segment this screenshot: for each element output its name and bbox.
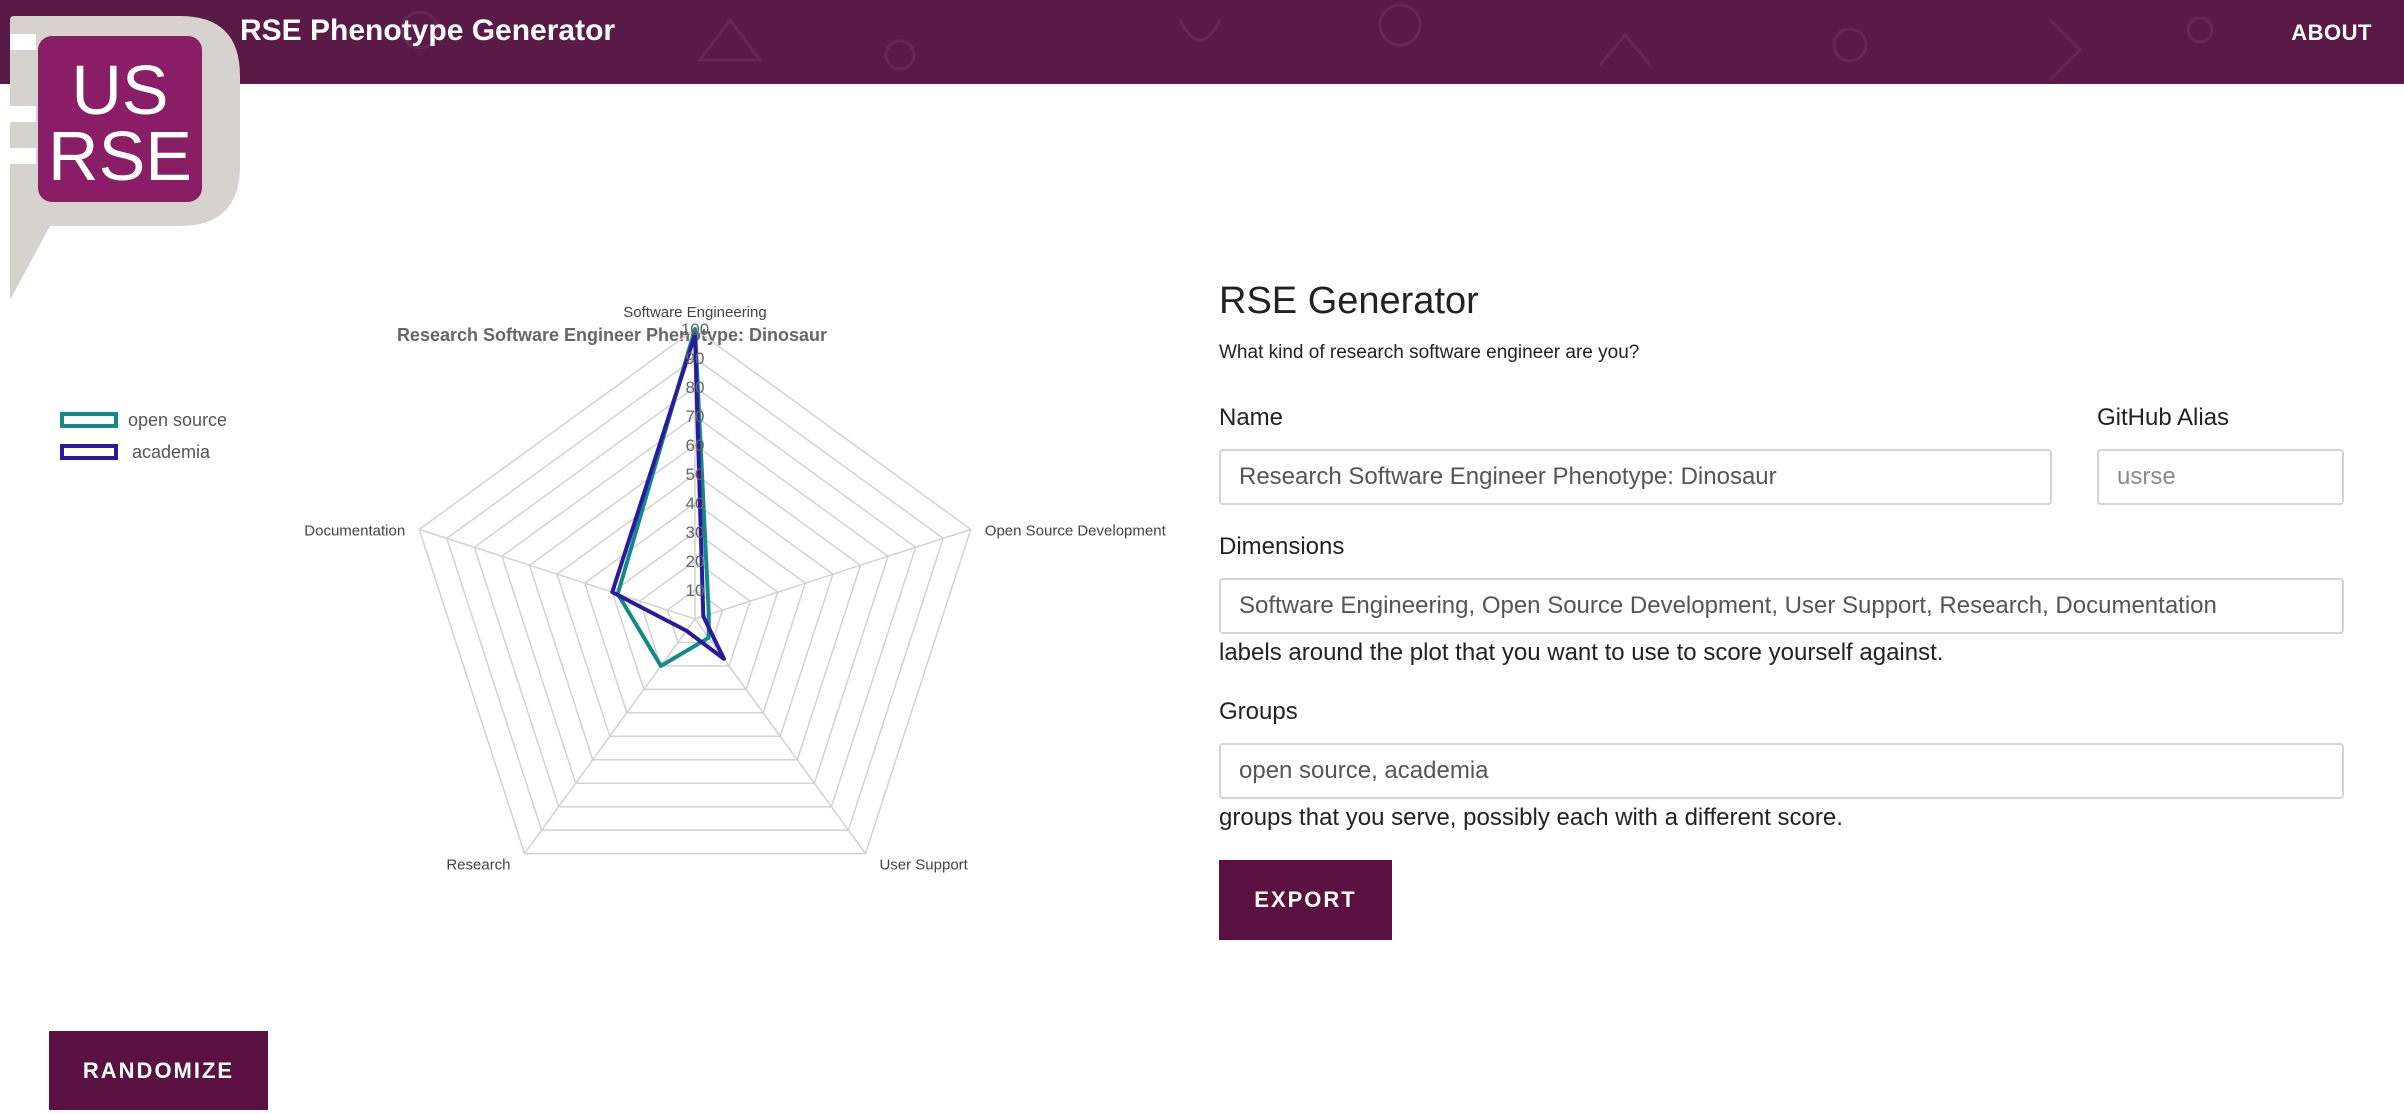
legend-item-open-source[interactable]: open source <box>60 404 227 436</box>
radar-axis-labels: Software Engineering Open Source Developm… <box>304 304 1166 874</box>
radar-spoke <box>418 528 696 620</box>
site-header: RSE Phenotype Generator ABOUT <box>0 0 2404 84</box>
radar-tick-label: 10 <box>686 581 705 600</box>
groups-input[interactable] <box>1219 743 2344 799</box>
legend-swatch-open-source <box>60 412 118 428</box>
form-subtitle: What kind of research software engineer … <box>1219 342 1640 363</box>
radar-tick-label: 20 <box>686 552 705 571</box>
usrse-logo[interactable]: US RSE <box>0 0 250 310</box>
dimensions-help-text: labels around the plot that you want to … <box>1219 639 1944 666</box>
radar-tick-label: 90 <box>686 349 705 368</box>
radar-spoke <box>694 528 972 620</box>
radar-axis-label: User Support <box>879 857 968 874</box>
dimensions-label: Dimensions <box>1219 533 1345 560</box>
about-link[interactable]: ABOUT <box>2291 20 2372 46</box>
radar-tick-label: 80 <box>686 378 705 397</box>
radar-tick-label: 30 <box>686 523 705 542</box>
logo-stripe <box>10 148 36 164</box>
radar-series <box>610 327 726 668</box>
name-label: Name <box>1219 404 1284 431</box>
github-alias-label: GitHub Alias <box>2097 404 2230 431</box>
logo-text-rse: RSE <box>48 117 192 195</box>
logo-stripe <box>10 34 36 50</box>
radar-tick-label: 70 <box>686 407 705 426</box>
randomize-button[interactable]: RANDOMIZE <box>49 1031 268 1110</box>
radar-axis-label: Open Source Development <box>985 522 1167 539</box>
page: RSE Phenotype Generator ABOUT US RSE Res… <box>0 0 2404 1114</box>
chart-legend: open source academia <box>60 404 227 468</box>
name-input[interactable] <box>1219 449 2052 505</box>
legend-label: open source <box>128 409 228 430</box>
legend-label: academia <box>132 441 211 462</box>
legend-swatch-academia <box>60 444 118 460</box>
radar-tick-label: 50 <box>686 465 705 484</box>
radar-tick-label: 40 <box>686 494 705 513</box>
dimensions-input[interactable] <box>1219 578 2344 634</box>
site-title[interactable]: RSE Phenotype Generator <box>240 14 615 48</box>
radar-axis-label: Documentation <box>304 522 405 539</box>
groups-label: Groups <box>1219 698 1298 725</box>
export-button[interactable]: EXPORT <box>1219 860 1392 940</box>
logo-stripe <box>10 106 36 122</box>
radar-tick-label: 60 <box>686 436 705 455</box>
radar-axis-label: Software Engineering <box>623 304 766 321</box>
legend-item-academia[interactable]: academia <box>60 436 227 468</box>
radar-axis-label: Research <box>446 857 510 874</box>
radar-tick-label: 100 <box>681 320 709 339</box>
groups-help-text: groups that you serve, possibly each wit… <box>1219 804 1843 831</box>
chart-title: Research Software Engineer Phenotype: Di… <box>397 325 827 345</box>
github-alias-input[interactable] <box>2097 449 2344 505</box>
form-title: RSE Generator <box>1219 280 1479 322</box>
